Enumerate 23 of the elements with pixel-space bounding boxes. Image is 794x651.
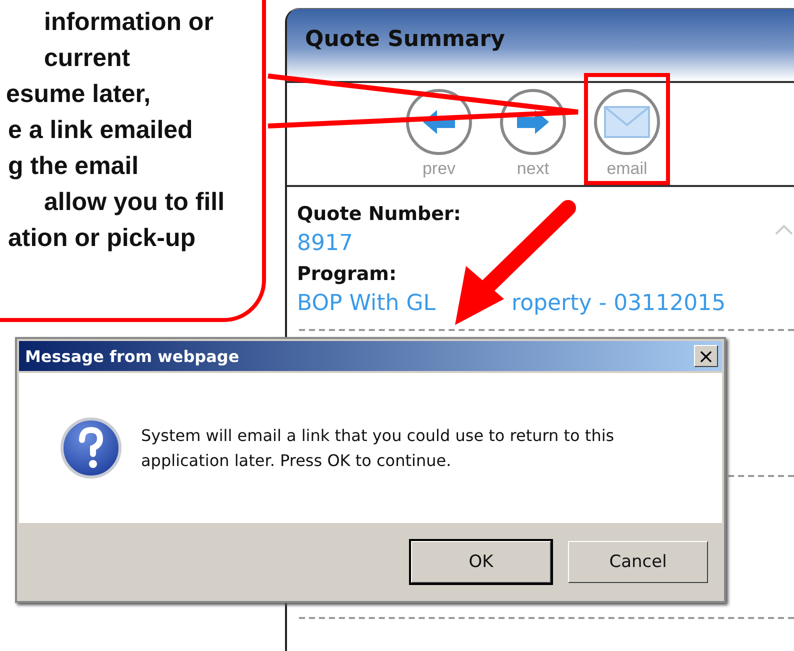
field-label: Quote Number:: [297, 202, 462, 227]
callout-text: g the email: [7, 151, 140, 182]
question-icon: [59, 416, 123, 480]
callout-text: esume later,: [5, 79, 152, 110]
close-button[interactable]: ×: [694, 345, 718, 367]
dialog-button[interactable]: Cancel: [568, 541, 708, 583]
scroll-up-icon[interactable]: [774, 223, 794, 235]
field-value: roperty - 03112015: [512, 290, 726, 318]
envelope-icon: [602, 104, 652, 140]
dialog-title: Message from webpage: [25, 346, 240, 366]
dialog-button[interactable]: OK: [411, 541, 551, 583]
panel-title: Quote Summary: [305, 27, 505, 52]
arrow-left-icon: [422, 109, 456, 135]
dialog-message: System will email a link that you could use to return to this application later. Press OK to continue.: [141, 425, 616, 472]
callout-text: current: [43, 43, 132, 74]
callout-text: e a link emailed: [7, 115, 194, 146]
callout-text: ation or pick-up: [7, 223, 196, 254]
field-label: Program:: [297, 262, 398, 287]
field-value: 8917: [297, 230, 353, 258]
arrow-right-icon: [516, 109, 550, 135]
callout-text: allow you to fill: [43, 187, 226, 218]
field-value: BOP With GL: [297, 290, 436, 318]
callout-text: information or: [43, 7, 214, 38]
